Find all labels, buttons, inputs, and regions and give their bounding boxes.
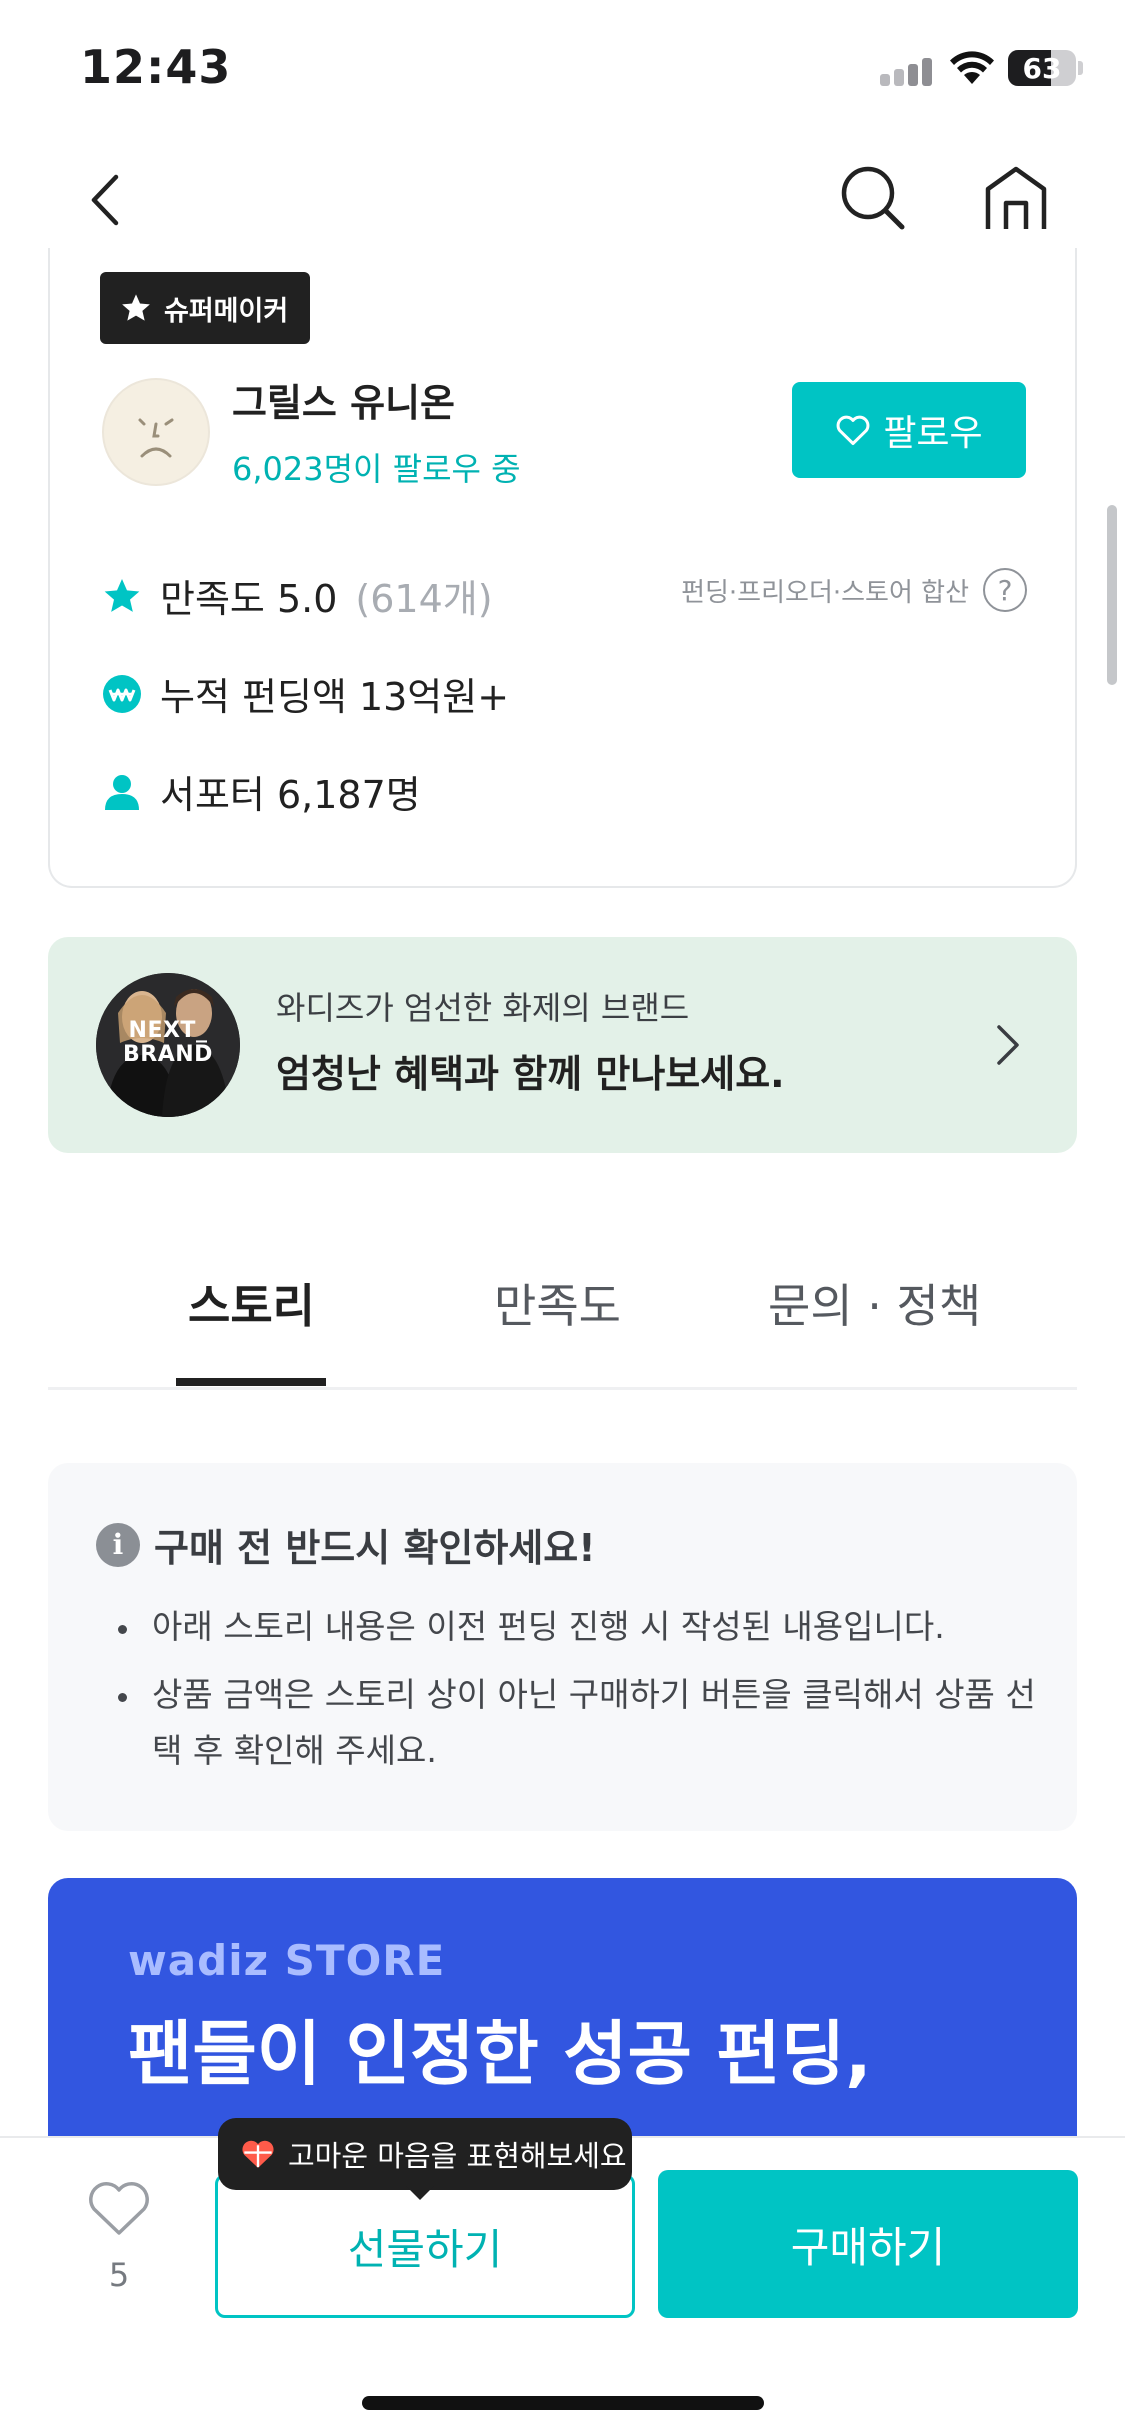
wifi-icon — [950, 51, 994, 84]
maker-card: 슈퍼메이커 그릴스 유니온 6,023명이 팔로우 중 팔로우 만족도 5.0 … — [48, 248, 1077, 888]
battery-icon: 63 — [1008, 50, 1076, 86]
supporters-count: 서포터 6,187명 — [160, 773, 421, 817]
rating-label: 만족도 5.0 — [160, 577, 338, 621]
home-indicator — [362, 2396, 764, 2410]
tab-satisfaction[interactable]: 만족도 — [494, 1270, 621, 1336]
notice-title-text: 구매 전 반드시 확인하세요! — [154, 1526, 596, 1570]
brand-banner-title: 엄청난 혜택과 함께 만나보세요. — [276, 1052, 785, 1096]
maker-name[interactable]: 그릴스 유니온 — [232, 372, 455, 427]
supermaker-badge: 슈퍼메이커 — [100, 272, 311, 344]
wadiz-store-logo: wadiz STORE — [128, 1936, 446, 1985]
battery-percentage: 63 — [1022, 52, 1062, 85]
tab-inquiry-policy[interactable]: 문의 · 정책 — [768, 1270, 981, 1336]
heart-ribbon-icon — [242, 2140, 274, 2168]
supporters-row: 서포터 6,187명 — [102, 764, 421, 819]
next-brand-thumb-line1: NEXT_ — [128, 1018, 208, 1043]
gift-tooltip-tail — [406, 2186, 434, 2200]
help-icon[interactable]: ? — [983, 568, 1027, 612]
heart-outline-icon — [836, 415, 870, 445]
notice-item: 아래 스토리 내용은 이전 펀딩 진행 시 작성된 내용입니다. — [112, 1599, 1052, 1655]
chevron-right-icon — [997, 1025, 1019, 1065]
next-brand-thumb-text: NEXT_ BRAND — [96, 1019, 240, 1067]
info-icon: i — [96, 1522, 140, 1567]
scroll-indicator — [1107, 505, 1117, 685]
follow-label: 팔로우 — [883, 413, 983, 454]
rating-note-text: 펀딩·프리오더·스토어 합산 — [681, 577, 969, 608]
purchase-notice: i 구매 전 반드시 확인하세요! 아래 스토리 내용은 이전 펀딩 진행 시 … — [48, 1463, 1077, 1831]
notice-title: i 구매 전 반드시 확인하세요! — [96, 1517, 596, 1572]
brand-banner-subtitle: 와디즈가 엄선한 화제의 브랜드 — [276, 989, 690, 1027]
home-icon[interactable] — [984, 165, 1048, 231]
gift-tooltip-text: 고마운 마음을 표현해보세요 — [288, 2139, 627, 2173]
star-icon — [122, 294, 150, 321]
content-tabs: 스토리 만족도 문의 · 정책 — [48, 1210, 1077, 1390]
rating-count: (614개) — [355, 577, 493, 621]
gift-tooltip: 고마운 마음을 표현해보세요 — [218, 2118, 632, 2190]
notice-item: 상품 금액은 스토리 상이 아닌 구매하기 버튼을 클릭해서 상품 선택 후 확… — [112, 1667, 1052, 1779]
next-brand-banner[interactable]: NEXT_ BRAND 와디즈가 엄선한 화제의 브랜드 엄청난 혜택과 함께 … — [48, 937, 1077, 1153]
tab-story[interactable]: 스토리 — [188, 1270, 315, 1336]
store-promo-headline: 팬들이 인정한 성공 펀딩, — [128, 2013, 872, 2095]
notice-list: 아래 스토리 내용은 이전 펀딩 진행 시 작성된 내용입니다. 상품 금액은 … — [112, 1599, 1052, 1791]
next-brand-thumbnail: NEXT_ BRAND — [96, 973, 240, 1117]
next-brand-thumb-line2: BRAND — [123, 1042, 213, 1067]
funding-won-icon — [103, 674, 141, 713]
funding-total: 누적 펀딩액 13억원+ — [160, 675, 510, 719]
maker-follower-count: 6,023명이 팔로우 중 — [232, 450, 521, 488]
status-bar: 12:43 63 — [0, 0, 1125, 135]
back-chevron-icon[interactable] — [84, 171, 128, 229]
battery-cap — [1078, 61, 1083, 75]
wadiz-store-promo: wadiz STORE 팬들이 인정한 성공 펀딩, — [48, 1878, 1077, 2136]
star-icon — [104, 578, 140, 612]
wish-heart-icon[interactable] — [86, 2178, 152, 2238]
buy-button[interactable]: 구매하기 — [658, 2170, 1078, 2318]
status-time: 12:43 — [80, 40, 232, 94]
rating-note: 펀딩·프리오더·스토어 합산 ? — [681, 568, 1027, 612]
rating-row[interactable]: 만족도 5.0 (614개) — [102, 568, 493, 623]
follow-button[interactable]: 팔로우 — [792, 382, 1026, 478]
funding-total-row: 누적 펀딩액 13억원+ — [102, 666, 509, 721]
sad-face-logo-icon — [138, 418, 174, 458]
wish-count: 5 — [108, 2256, 130, 2294]
person-icon — [105, 774, 139, 810]
search-icon[interactable] — [838, 163, 908, 233]
cellular-signal-icon — [880, 56, 934, 86]
navigation-bar — [0, 135, 1125, 265]
supermaker-label: 슈퍼메이커 — [164, 295, 289, 327]
maker-avatar[interactable] — [102, 378, 210, 486]
active-tab-underline — [176, 1378, 326, 1386]
